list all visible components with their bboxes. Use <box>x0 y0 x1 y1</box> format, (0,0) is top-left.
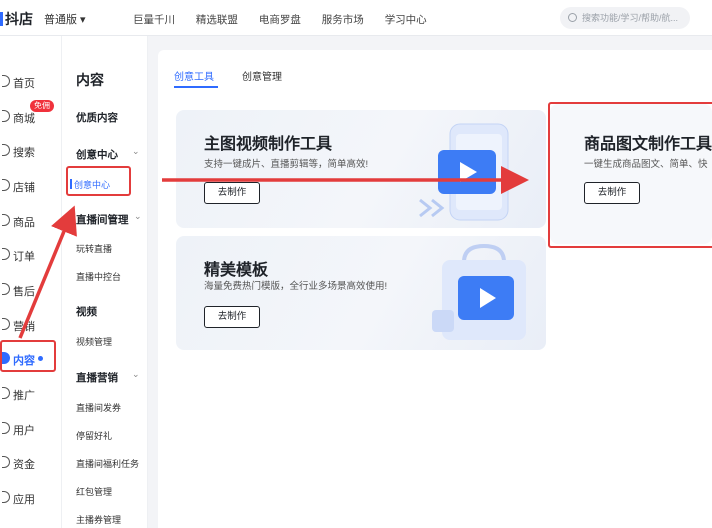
annotation-arrows <box>18 166 529 339</box>
arrow-to-creative-center <box>18 205 77 339</box>
